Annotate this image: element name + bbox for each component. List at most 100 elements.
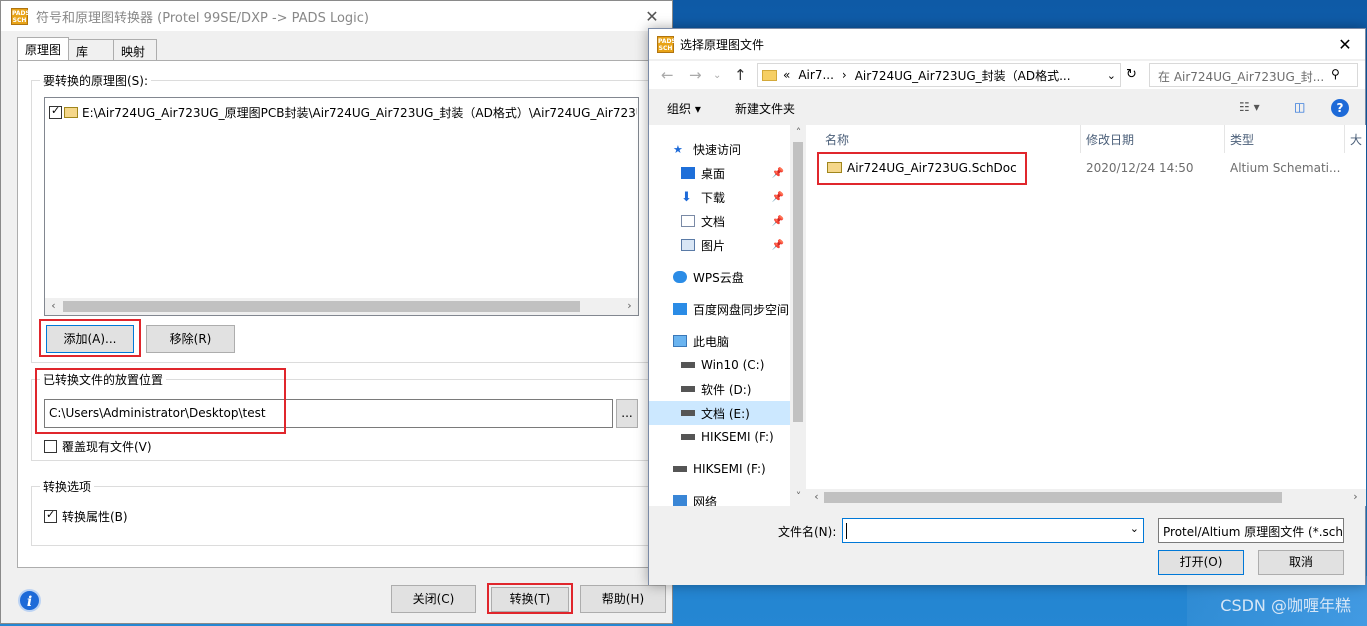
preview-pane-icon[interactable]: ◫ bbox=[1294, 100, 1305, 114]
add-button[interactable]: 添加(A)... bbox=[46, 325, 134, 353]
nav-wps-cloud[interactable]: WPS云盘 bbox=[649, 265, 790, 289]
nav-drive-d[interactable]: 软件 (D:) bbox=[649, 377, 790, 401]
nav-downloads[interactable]: ⬇ 下载 📌 bbox=[649, 185, 790, 209]
scrollbar-thumb[interactable] bbox=[824, 492, 1282, 503]
address-dropdown-icon[interactable]: ⌄ bbox=[1107, 69, 1116, 82]
nav-quick-access[interactable]: ★ 快速访问 bbox=[649, 137, 790, 161]
column-header-type[interactable]: 类型 bbox=[1230, 131, 1254, 148]
info-icon[interactable]: i bbox=[18, 589, 41, 612]
overwrite-row[interactable]: 覆盖现有文件(V) bbox=[44, 438, 152, 455]
new-folder-button[interactable]: 新建文件夹 bbox=[735, 100, 795, 117]
document-icon bbox=[681, 215, 695, 227]
column-header-size[interactable]: 大 bbox=[1350, 131, 1362, 148]
scroll-left-icon[interactable]: ‹ bbox=[45, 298, 62, 315]
schematic-file-list[interactable]: E:\Air724UG_Air723UG_原理图PCB封装\Air724UG_A… bbox=[44, 97, 639, 316]
scroll-left-icon[interactable]: ‹ bbox=[808, 489, 825, 506]
scroll-right-icon[interactable]: › bbox=[621, 298, 638, 315]
nav-label: 文档 (E:) bbox=[701, 406, 750, 421]
nav-label: 此电脑 bbox=[693, 334, 730, 349]
tab-library[interactable]: 库 bbox=[68, 39, 115, 61]
converter-close-icon[interactable]: ✕ bbox=[632, 7, 672, 26]
column-separator[interactable] bbox=[1080, 125, 1081, 153]
nav-drive-c[interactable]: Win10 (C:) bbox=[649, 353, 790, 377]
file-path: E:\Air724UG_Air723UG_原理图PCB封装\Air724UG_A… bbox=[82, 106, 637, 120]
address-bar[interactable]: « Air7... › Air724UG_Air723UG_封装（AD格式...… bbox=[757, 63, 1121, 87]
schematics-group-label: 要转换的原理图(S): bbox=[40, 72, 152, 89]
file-checkbox[interactable] bbox=[49, 104, 62, 119]
dialog-close-icon[interactable]: ✕ bbox=[1325, 35, 1365, 54]
tab-schematic[interactable]: 原理图 bbox=[17, 37, 70, 61]
nav-this-pc[interactable]: 此电脑 bbox=[649, 329, 790, 353]
download-icon: ⬇ bbox=[681, 189, 692, 205]
forward-arrow-icon[interactable]: → bbox=[689, 66, 702, 84]
nav-network[interactable]: 网络 bbox=[649, 489, 790, 506]
breadcrumb-prefix[interactable]: « bbox=[783, 68, 790, 82]
refresh-icon[interactable]: ↻ bbox=[1126, 67, 1137, 82]
close-button[interactable]: 关闭(C) bbox=[391, 585, 476, 613]
computer-icon bbox=[673, 335, 687, 347]
nav-vertical-scrollbar[interactable]: ˄ ˅ bbox=[790, 125, 806, 506]
nav-drive-e[interactable]: 文档 (E:) bbox=[649, 401, 790, 425]
horizontal-scrollbar[interactable]: ‹ › bbox=[45, 298, 638, 315]
column-separator[interactable] bbox=[1224, 125, 1225, 153]
search-input[interactable]: 在 Air724UG_Air723UG_封... bbox=[1149, 63, 1358, 87]
nav-documents[interactable]: 文档 📌 bbox=[649, 209, 790, 233]
nav-desktop[interactable]: 桌面 📌 bbox=[649, 161, 790, 185]
output-path-input[interactable]: C:\Users\Administrator\Desktop\test bbox=[44, 399, 613, 428]
remove-button[interactable]: 移除(R) bbox=[146, 325, 235, 353]
up-arrow-icon[interactable]: ↑ bbox=[734, 66, 747, 84]
file-name: Air724UG_Air723UG.SchDoc bbox=[847, 161, 1017, 175]
filename-label: 文件名(N): bbox=[778, 525, 837, 539]
column-separator[interactable] bbox=[1344, 125, 1345, 153]
recent-dropdown-icon[interactable]: ⌄ bbox=[713, 70, 721, 81]
convert-button[interactable]: 转换(T) bbox=[491, 587, 569, 612]
search-icon[interactable]: ⚲ bbox=[1331, 67, 1340, 81]
options-group-label: 转换选项 bbox=[40, 478, 95, 495]
tab-mapping[interactable]: 映射 bbox=[113, 39, 158, 61]
convert-attributes-checkbox[interactable] bbox=[44, 508, 57, 523]
filename-dropdown-icon[interactable]: ⌄ bbox=[1130, 522, 1139, 535]
open-button[interactable]: 打开(O) bbox=[1158, 550, 1244, 575]
nav-drive-f-root[interactable]: HIKSEMI (F:) bbox=[649, 457, 790, 481]
scrollbar-thumb[interactable] bbox=[63, 301, 580, 312]
nav-label: 图片 bbox=[701, 238, 726, 253]
breadcrumb-segment-2[interactable]: Air724UG_Air723UG_封装（AD格式... bbox=[855, 67, 1071, 84]
back-arrow-icon[interactable]: ← bbox=[661, 66, 674, 84]
nav-pictures[interactable]: 图片 📌 bbox=[649, 233, 790, 257]
scroll-right-icon[interactable]: › bbox=[1347, 489, 1364, 506]
browse-button[interactable]: ... bbox=[616, 399, 638, 428]
nav-label: HIKSEMI (F:) bbox=[701, 430, 774, 444]
list-item[interactable]: E:\Air724UG_Air723UG_原理图PCB封装\Air724UG_A… bbox=[49, 104, 637, 121]
file-type-filter[interactable]: Protel/Altium 原理图文件 (*.sch;*.schdoc) bbox=[1158, 518, 1344, 543]
convert-attributes-row[interactable]: 转换属性(B) bbox=[44, 508, 128, 525]
view-options-icon[interactable]: ☷ ▾ bbox=[1239, 100, 1260, 114]
help-icon[interactable]: ? bbox=[1331, 99, 1349, 117]
column-header-name[interactable]: 名称 bbox=[825, 131, 849, 148]
scroll-up-icon[interactable]: ˄ bbox=[790, 125, 806, 142]
dialog-toolbar: 组织 ▾ 新建文件夹 ☷ ▾ ◫ ? bbox=[649, 91, 1365, 125]
pads-sch-app-icon: PADS SCH bbox=[11, 7, 30, 25]
scrollbar-thumb[interactable] bbox=[793, 142, 803, 422]
nav-label: 网络 bbox=[693, 494, 718, 507]
nav-baidu-sync[interactable]: 百度网盘同步空间 bbox=[649, 297, 790, 321]
help-button[interactable]: 帮助(H) bbox=[580, 585, 666, 613]
nav-drive-f[interactable]: HIKSEMI (F:) bbox=[649, 425, 790, 449]
output-group-label: 已转换文件的放置位置 bbox=[40, 371, 167, 388]
filter-value: Protel/Altium 原理图文件 (*.sch;*.schdoc) bbox=[1163, 525, 1343, 539]
breadcrumb-segment-1[interactable]: Air7... bbox=[798, 68, 834, 82]
cancel-button[interactable]: 取消 bbox=[1258, 550, 1344, 575]
file-row[interactable]: Air724UG_Air723UG.SchDoc 2020/12/24 14:5… bbox=[806, 157, 1366, 179]
overwrite-checkbox[interactable] bbox=[44, 440, 57, 453]
cloud-icon bbox=[673, 271, 687, 283]
pictures-icon bbox=[681, 239, 695, 251]
column-header-date[interactable]: 修改日期 bbox=[1086, 131, 1134, 148]
file-horizontal-scrollbar[interactable]: ‹ › bbox=[806, 489, 1366, 506]
pin-icon: 📌 bbox=[771, 239, 784, 251]
pin-icon: 📌 bbox=[771, 215, 784, 227]
organize-menu[interactable]: 组织 ▾ bbox=[667, 100, 701, 117]
scroll-down-icon[interactable]: ˅ bbox=[790, 489, 806, 506]
filename-input[interactable]: ⌄ bbox=[842, 518, 1144, 543]
navigation-pane: ★ 快速访问 桌面 📌 ⬇ 下载 📌 文档 📌 图片 📌 WPS云盘 百度网盘同… bbox=[649, 125, 806, 506]
address-row: ← → ⌄ ↑ « Air7... › Air724UG_Air723UG_封装… bbox=[649, 61, 1365, 89]
schematic-file-icon bbox=[827, 162, 842, 173]
